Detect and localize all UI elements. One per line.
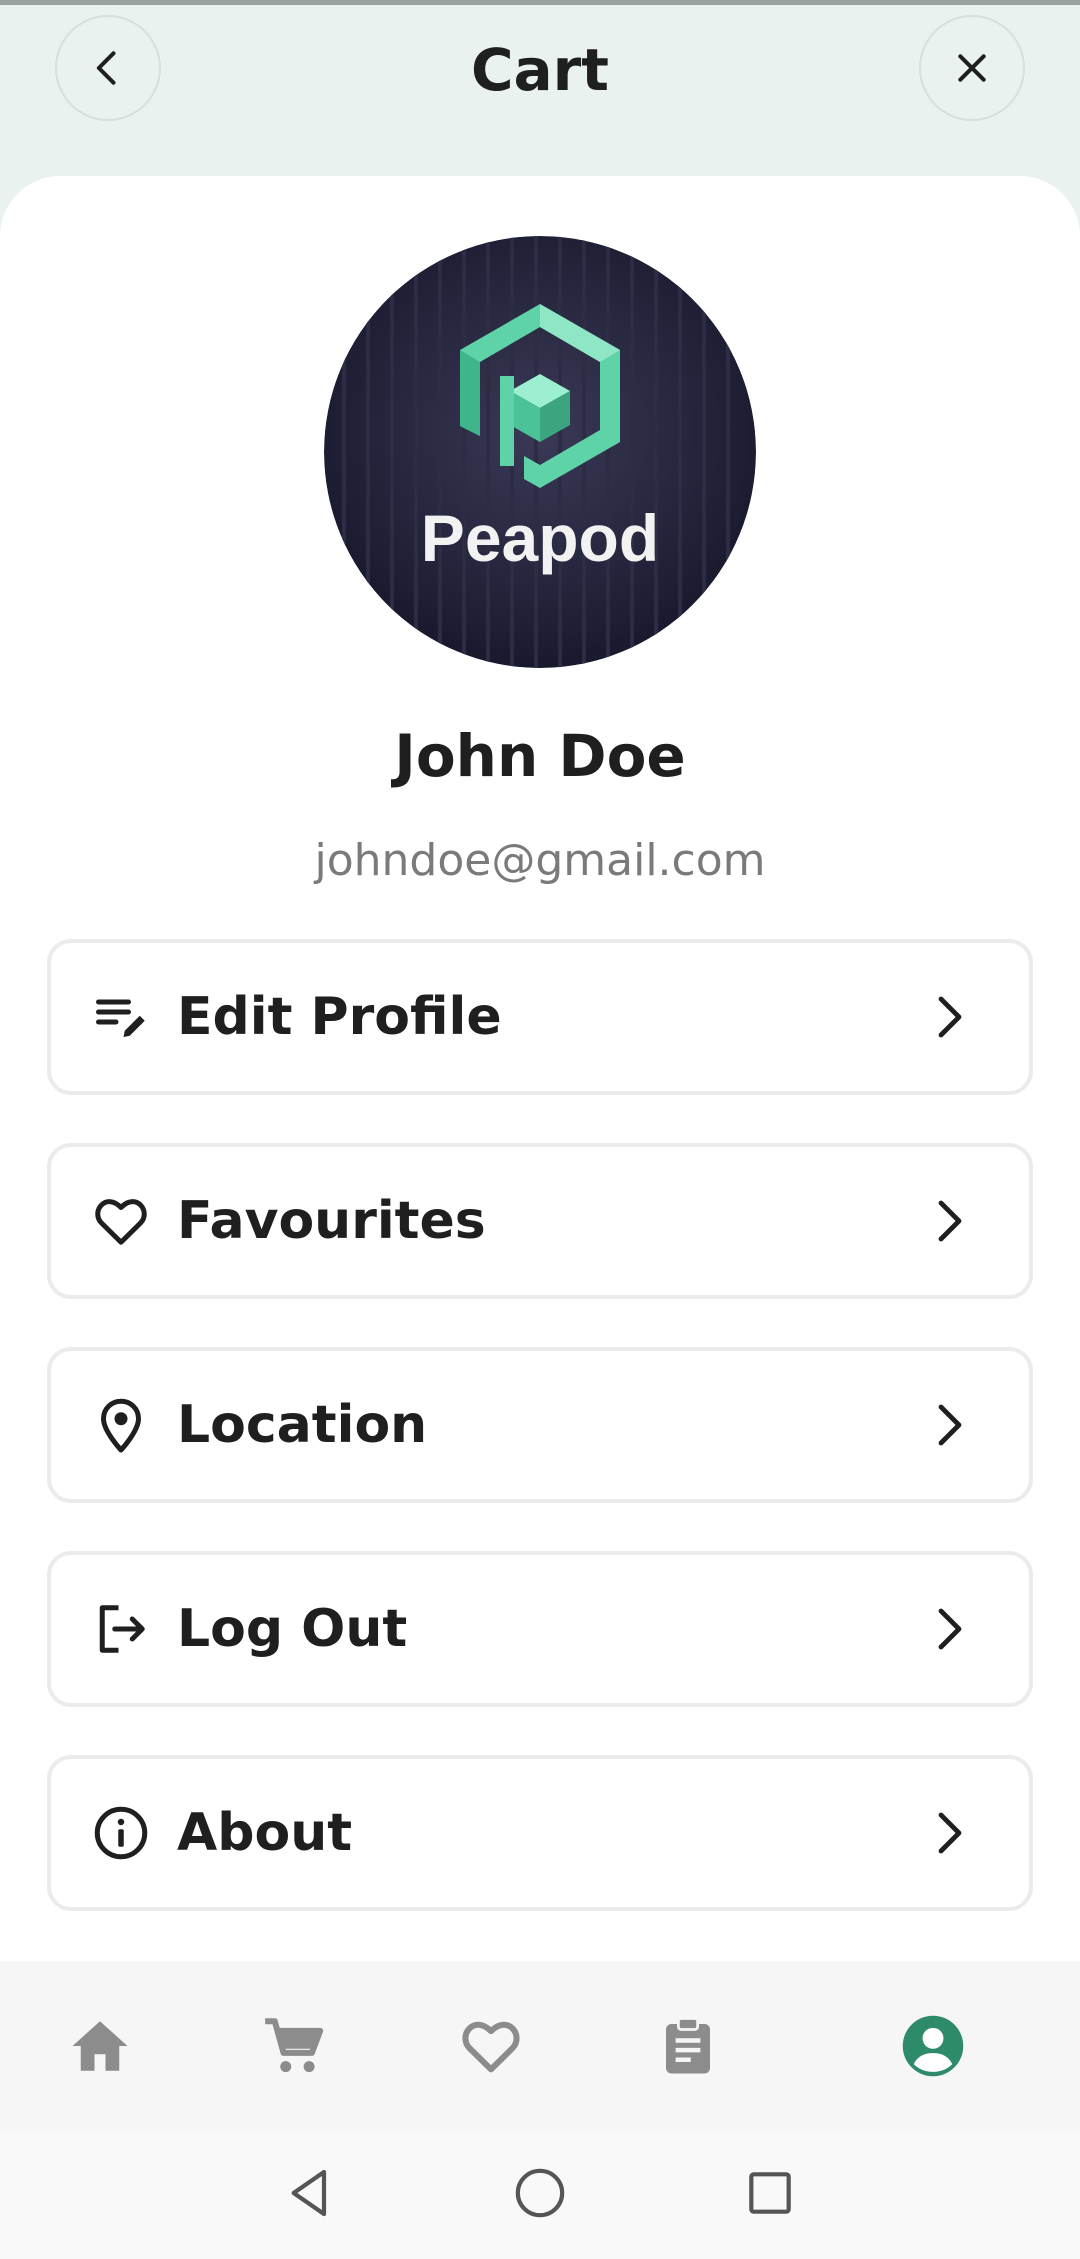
menu-item-label: About bbox=[177, 1803, 353, 1863]
back-triangle-icon bbox=[291, 2169, 327, 2217]
nav-favourites[interactable] bbox=[451, 2006, 531, 2086]
page-title: Cart bbox=[470, 36, 610, 104]
user-email: johndoe@gmail.com bbox=[314, 835, 766, 886]
system-home-button[interactable] bbox=[505, 2158, 575, 2228]
menu-item-favourites[interactable]: Favourites bbox=[47, 1143, 1033, 1299]
chevron-right-icon bbox=[919, 1395, 979, 1455]
edit-list-icon bbox=[89, 985, 153, 1049]
avatar[interactable]: Peapod bbox=[324, 236, 756, 668]
location-pin-icon bbox=[89, 1393, 153, 1457]
home-icon bbox=[72, 2021, 128, 2071]
recents-square-icon bbox=[749, 2172, 791, 2214]
menu-item-edit-profile[interactable]: Edit Profile bbox=[47, 939, 1033, 1095]
header: Cart bbox=[0, 5, 1080, 175]
menu-item-log-out[interactable]: Log Out bbox=[47, 1551, 1033, 1707]
system-navigation-bar bbox=[0, 2131, 1080, 2259]
menu-item-label: Location bbox=[177, 1395, 428, 1455]
bottom-nav bbox=[0, 1961, 1080, 2131]
logout-icon bbox=[89, 1597, 153, 1661]
home-circle-icon bbox=[515, 2168, 565, 2218]
chevron-right-icon bbox=[919, 1599, 979, 1659]
logo-wordmark: Peapod bbox=[421, 501, 659, 575]
heart-icon bbox=[462, 2021, 520, 2073]
menu-item-label: Favourites bbox=[177, 1191, 486, 1251]
profile-card: Peapod John Doe johndoe@gmail.com Edit P… bbox=[0, 176, 1080, 1961]
user-name: John Doe bbox=[394, 722, 686, 790]
chevron-right-icon bbox=[919, 987, 979, 1047]
menu-item-about[interactable]: About bbox=[47, 1755, 1033, 1911]
menu-item-location[interactable]: Location bbox=[47, 1347, 1033, 1503]
nav-cart[interactable] bbox=[254, 2006, 334, 2086]
heart-icon bbox=[89, 1189, 153, 1253]
system-back-button[interactable] bbox=[275, 2158, 345, 2228]
chevron-right-icon bbox=[919, 1191, 979, 1251]
info-icon bbox=[89, 1801, 153, 1865]
close-icon bbox=[958, 54, 986, 82]
nav-home[interactable] bbox=[60, 2006, 140, 2086]
nav-account[interactable] bbox=[893, 2006, 973, 2086]
clipboard-icon bbox=[666, 2017, 710, 2074]
cart-icon bbox=[265, 2018, 324, 2073]
close-button[interactable] bbox=[919, 15, 1025, 121]
menu-item-label: Edit Profile bbox=[177, 987, 502, 1047]
system-recents-button[interactable] bbox=[735, 2158, 805, 2228]
chevron-right-icon bbox=[919, 1803, 979, 1863]
account-icon bbox=[902, 2015, 964, 2077]
nav-orders[interactable] bbox=[648, 2006, 728, 2086]
menu-item-label: Log Out bbox=[177, 1599, 408, 1659]
